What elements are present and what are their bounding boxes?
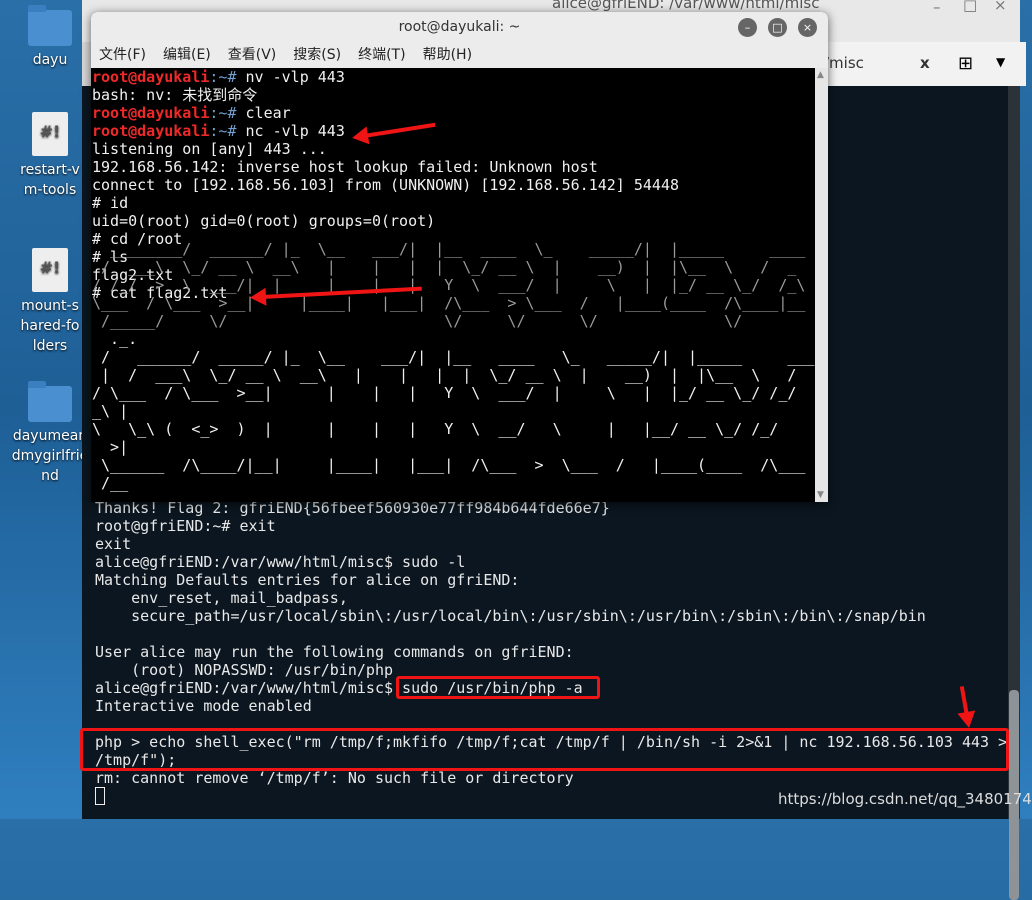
ascii-art-line: _\ | — [92, 402, 129, 420]
ascii-art-line: >| — [92, 438, 129, 456]
ascii-art-line: | / ___\ \_/ __ \ __\ | | | | \_/ __ \ |… — [92, 366, 797, 384]
line: exit — [95, 535, 132, 553]
line: Matching Defaults entries for alice on g… — [95, 571, 520, 589]
menu-view[interactable]: 查看(V) — [228, 47, 277, 63]
line: User alice may run the following command… — [95, 643, 574, 661]
menu-edit[interactable]: 编辑(E) — [163, 47, 211, 63]
desktop-icon-dayu[interactable]: dayu — [8, 5, 92, 70]
line: connect to [192.168.56.103] from (UNKNOW… — [92, 176, 679, 194]
ascii-art-line: / \___ / \___ >__| | | | Y \ ___/ | \ | … — [92, 384, 797, 402]
line: root@dayukali:~# clear — [92, 104, 828, 122]
tab-label: /misc — [824, 54, 864, 72]
menu-terminal[interactable]: 终端(T) — [358, 47, 405, 63]
maximize-icon[interactable]: □ — [768, 18, 787, 37]
line: rm: cannot remove ‘/tmp/f’: No such file… — [95, 769, 574, 787]
line: root@dayukali:~# nv -vlp 443 — [92, 68, 828, 86]
scroll-down-icon[interactable]: ▼ — [817, 490, 824, 500]
tab-close-icon[interactable]: x — [920, 54, 930, 72]
minimize-icon[interactable]: – — [738, 18, 757, 37]
desktop-icon-dayumeandmygirlfriend[interactable]: dayumeandmygirlfriend — [8, 381, 92, 486]
icon-label: dayumeandmygirlfriend — [11, 428, 89, 484]
desktop-icon-mount-shared-folders[interactable]: #! mount-shared-folders — [8, 248, 92, 356]
new-tab-icon[interactable]: ⊞ — [958, 53, 973, 74]
icon-label: mount-shared-folders — [20, 298, 80, 354]
line: Interactive mode enabled — [95, 697, 312, 715]
scrollbar[interactable]: ▲ ▼ — [815, 68, 828, 502]
front-terminal-window[interactable]: root@dayukali: ~ – □ × 文件(F) 编辑(E) 查看(V) 搜索… — [91, 12, 828, 502]
maximize-icon[interactable]: □ — [963, 0, 977, 14]
ascii-art-line: / ______/ _____/ |_ \__ ___/| |__ ____ \… — [92, 348, 815, 366]
line: listening on [any] 443 ... — [92, 140, 327, 158]
line: # id — [92, 194, 129, 212]
ascii-art-line: / /_/ > \ ___/| | | | | Y \ ___/ | \ | |… — [92, 276, 828, 294]
watermark: https://blog.csdn.net/qq_34801745 — [778, 790, 1032, 808]
desktop-icon-restart-vm-tools[interactable]: #! restart-vm-tools — [8, 112, 92, 200]
close-icon[interactable]: × — [994, 0, 1007, 14]
ascii-art-line: / ___\ \_/ __ \ __\ | | | | \_/ __ \ | _… — [92, 258, 828, 276]
window-title: alice@gfriEND: /var/www/html/misc — [552, 0, 820, 12]
terminal-output[interactable]: root@dayukali:~# nv -vlp 443 bash: nv: 未… — [92, 68, 828, 492]
cursor — [95, 787, 105, 805]
prompt-user: root@dayukali — [92, 122, 210, 140]
minimize-icon[interactable]: – — [933, 0, 941, 16]
annotation-box-reverse-shell — [80, 728, 1009, 771]
script-file-icon: #! — [32, 112, 68, 156]
ascii-art-line: /_____/ \/ \/ \/ \/ \/ \/ — [92, 312, 828, 330]
line — [95, 625, 1007, 643]
menu-file[interactable]: 文件(F) — [99, 47, 146, 63]
ascii-art-line: \___ / \___ >__| |____| |___| /\___ > \_… — [92, 294, 828, 312]
annotation-box-sudo-php — [396, 676, 600, 699]
menu-search[interactable]: 搜索(S) — [293, 47, 341, 63]
line: 192.168.56.142: inverse host lookup fail… — [92, 158, 598, 176]
menu-help[interactable]: 帮助(H) — [423, 47, 472, 63]
line: secure_path=/usr/local/sbin\:/usr/local/… — [95, 607, 926, 625]
icon-label: restart-vm-tools — [20, 162, 80, 198]
line: root@dayukali:~# nc -vlp 443 — [92, 122, 828, 140]
ascii-art-line: \______ /\____/|__| |____| |___| /\___ >… — [92, 456, 806, 474]
ascii-art-line: /__ — [92, 474, 129, 492]
prompt-user: root@dayukali — [92, 68, 210, 86]
close-icon[interactable]: × — [798, 18, 817, 37]
line: bash: nv: 未找到命令 — [92, 86, 258, 104]
command: nv -vlp 443 — [245, 68, 345, 86]
ascii-art-line: ________/ ______/ |_ \__ ___/| |__ ____ … — [92, 240, 828, 258]
prompt-path: :~# — [209, 104, 246, 122]
prompt-path: :~# — [209, 68, 246, 86]
ascii-art-line: ._. — [92, 330, 138, 348]
scrollbar[interactable] — [1008, 86, 1020, 900]
icon-label: dayu — [32, 52, 68, 68]
window-titlebar[interactable]: root@dayukali: ~ – □ × — [91, 12, 828, 42]
line: env_reset, mail_badpass, — [95, 589, 348, 607]
line: alice@gfriEND:/var/www/html/misc$ sudo -… — [95, 553, 466, 571]
chevron-down-icon[interactable]: ▼ — [996, 55, 1005, 69]
ascii-art-line: \ \_\ ( <_> ) | | | | Y \ __/ \ | |__/ _… — [92, 420, 779, 438]
window-title: root@dayukali: ~ — [398, 19, 521, 35]
command: nc -vlp 443 — [245, 122, 345, 140]
scroll-up-icon[interactable]: ▲ — [817, 70, 824, 80]
ascii-art-line: _. — [92, 222, 828, 240]
folder-icon — [28, 5, 72, 46]
menu-bar: 文件(F) 编辑(E) 查看(V) 搜索(S) 终端(T) 帮助(H) — [91, 42, 828, 68]
folder-icon — [28, 381, 72, 422]
line: root@gfriEND:~# exit — [95, 517, 276, 535]
script-file-icon: #! — [32, 248, 68, 292]
command: clear — [245, 104, 291, 122]
prompt-user: root@dayukali — [92, 104, 210, 122]
prompt-path: :~# — [209, 122, 246, 140]
